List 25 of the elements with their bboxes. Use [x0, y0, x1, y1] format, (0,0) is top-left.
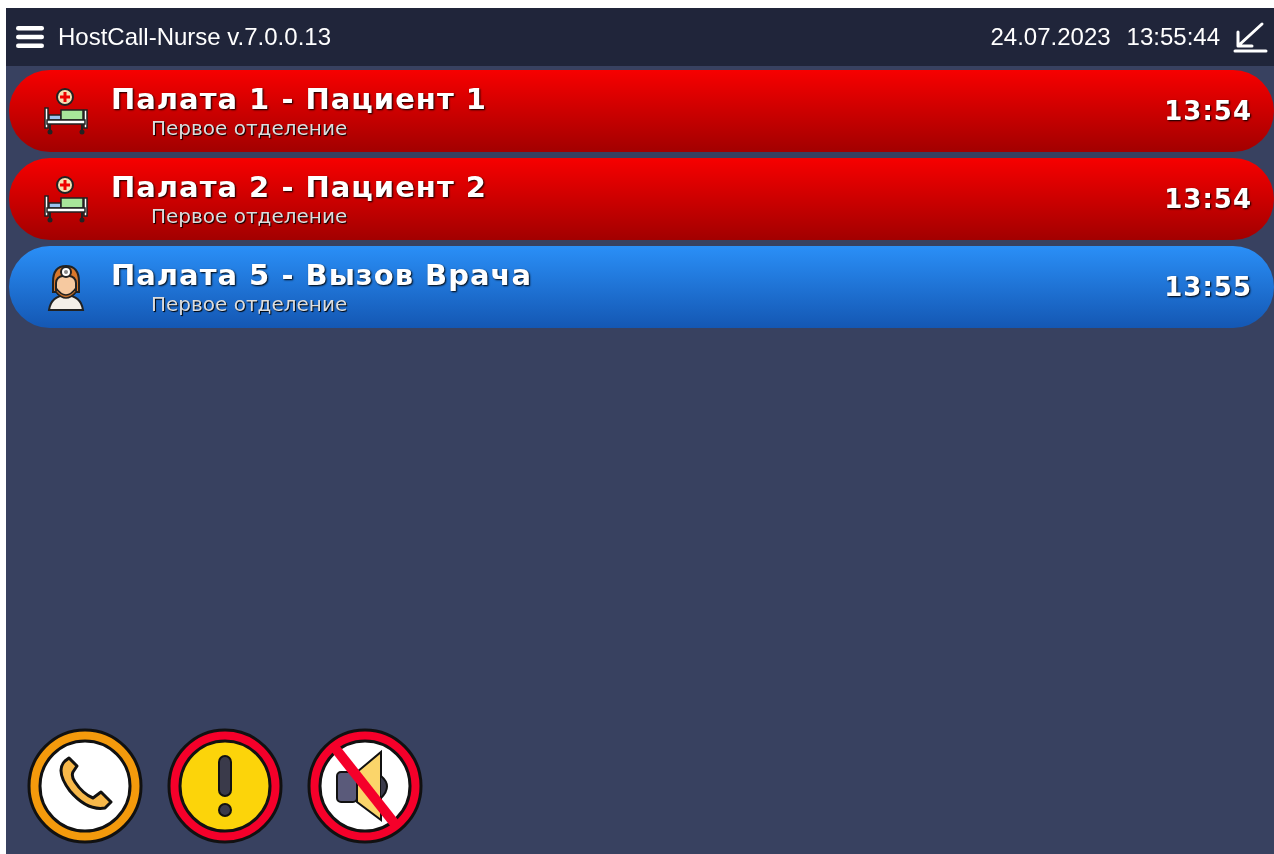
minimize-icon[interactable]: [1232, 21, 1268, 53]
date-text: 24.07.2023: [990, 23, 1111, 51]
call-card[interactable]: Палата 5 - Вызов Врача Первое отделение 13:55: [9, 246, 1274, 328]
call-title: Палата 5 - Вызов Врача: [111, 258, 533, 292]
bed-icon: [41, 174, 91, 224]
call-title: Палата 2 - Пациент 2: [111, 170, 488, 204]
phone-icon: [25, 726, 145, 846]
bed-icon: [41, 86, 91, 136]
department-text: Первое отделение: [151, 116, 349, 140]
call-time: 13:54: [1164, 184, 1252, 214]
exclamation-icon: [165, 726, 285, 846]
mute-icon: [305, 726, 425, 846]
call-time: 13:55: [1164, 272, 1252, 302]
app-title: HostCall-Nurse v.7.0.0.13: [58, 23, 332, 51]
call-time: 13:54: [1164, 96, 1252, 126]
alert-button[interactable]: [165, 726, 285, 846]
department-text: Первое отделение: [151, 292, 349, 316]
call-card[interactable]: Палата 1 - Пациент 1 Первое отделение 13:54: [9, 70, 1274, 152]
phone-button[interactable]: [25, 726, 145, 846]
mute-button[interactable]: [305, 726, 425, 846]
department-text: Первое отделение: [151, 204, 349, 228]
call-card[interactable]: Палата 2 - Пациент 2 Первое отделение 13:54: [9, 158, 1274, 240]
call-title: Палата 1 - Пациент 1: [111, 82, 488, 116]
clock-text: 13:55:44: [1126, 23, 1220, 51]
menu-icon[interactable]: [16, 25, 44, 49]
